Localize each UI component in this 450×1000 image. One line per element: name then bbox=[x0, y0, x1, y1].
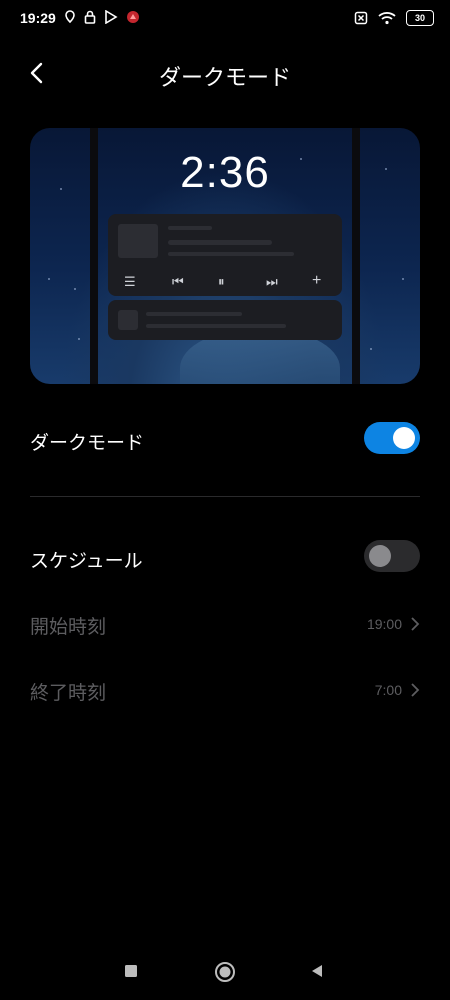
status-bar: 19:29 30 bbox=[0, 0, 450, 40]
app-notification-icon bbox=[127, 11, 139, 23]
end-time-row[interactable]: 終了時刻 7:00 bbox=[30, 670, 420, 710]
recents-square-icon[interactable] bbox=[124, 964, 138, 978]
back-triangle-icon[interactable] bbox=[310, 964, 324, 978]
end-time-label: 終了時刻 bbox=[30, 683, 107, 704]
divider bbox=[30, 496, 420, 497]
chevron-right-icon bbox=[411, 683, 420, 697]
chevron-right-icon bbox=[411, 617, 420, 631]
start-time-label: 開始時刻 bbox=[30, 617, 107, 638]
page-title: ダークモード bbox=[158, 65, 291, 90]
location-icon bbox=[65, 10, 75, 24]
wifi-icon bbox=[378, 12, 396, 25]
toggle-knob bbox=[369, 545, 391, 567]
end-time-value: 7:00 bbox=[374, 682, 402, 698]
navigation-bar bbox=[0, 950, 450, 1000]
battery-icon: 30 bbox=[406, 10, 434, 26]
dark-mode-preview: 2:36 ☰ ⏮ ⏸ ⏭ + bbox=[30, 128, 420, 384]
status-time: 19:29 bbox=[20, 10, 56, 26]
next-track-icon: ⏭ bbox=[266, 274, 278, 289]
dark-mode-row[interactable]: ダークモード bbox=[30, 420, 420, 460]
pause-icon: ⏸ bbox=[218, 274, 225, 289]
header: ダークモード bbox=[0, 52, 450, 96]
dark-mode-label: ダークモード bbox=[30, 433, 145, 454]
start-time-value: 19:00 bbox=[366, 616, 402, 632]
preview-media-card: ☰ ⏮ ⏸ ⏭ + bbox=[108, 214, 342, 296]
plus-icon: + bbox=[312, 272, 322, 289]
menu-icon: ☰ bbox=[124, 274, 136, 289]
home-circle-icon[interactable] bbox=[214, 961, 236, 983]
schedule-label: スケジュール bbox=[30, 551, 143, 572]
start-time-row[interactable]: 開始時刻 19:00 bbox=[30, 604, 420, 644]
sim-off-icon bbox=[354, 11, 368, 25]
preview-clock: 2:36 bbox=[180, 148, 270, 197]
dark-mode-toggle[interactable] bbox=[364, 422, 420, 454]
lock-icon bbox=[84, 10, 96, 24]
play-store-icon bbox=[105, 10, 118, 24]
preview-notification-card bbox=[108, 300, 342, 340]
schedule-row[interactable]: スケジュール bbox=[30, 538, 420, 578]
toggle-knob bbox=[393, 427, 415, 449]
previous-track-icon: ⏮ bbox=[172, 274, 184, 289]
schedule-toggle[interactable] bbox=[364, 540, 420, 572]
